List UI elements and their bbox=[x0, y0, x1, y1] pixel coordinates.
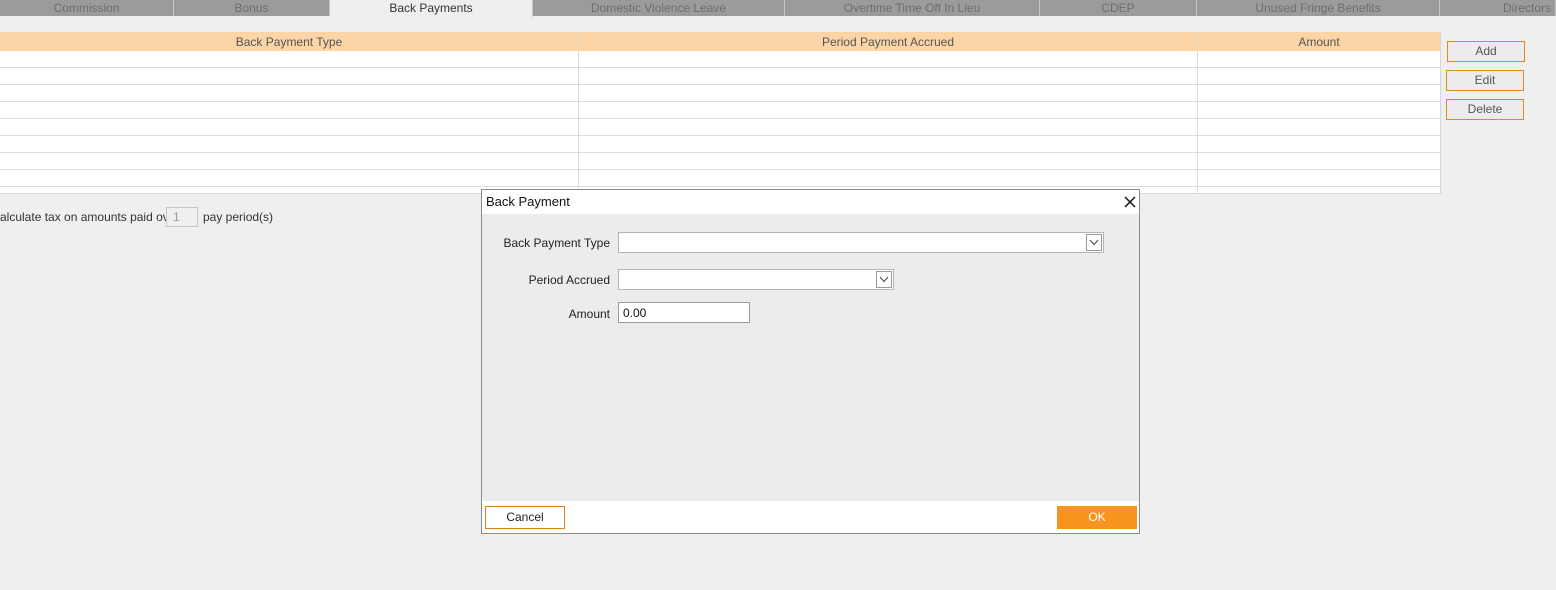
tab-cdep[interactable]: CDEP bbox=[1040, 0, 1197, 16]
dialog-title: Back Payment bbox=[486, 194, 570, 209]
table-row[interactable] bbox=[0, 136, 1440, 153]
tab-bar: Commission Bonus Back Payments Domestic … bbox=[0, 0, 1556, 17]
add-button[interactable]: Add bbox=[1447, 41, 1525, 62]
tab-bonus[interactable]: Bonus bbox=[174, 0, 330, 16]
close-icon[interactable] bbox=[1122, 194, 1138, 210]
tab-domestic-violence-leave[interactable]: Domestic Violence Leave bbox=[533, 0, 785, 16]
table-row[interactable] bbox=[0, 85, 1440, 102]
table-row[interactable] bbox=[0, 51, 1440, 68]
back-payment-dialog: Back Payment Back Payment Type Period Ac… bbox=[481, 189, 1140, 534]
tab-commission[interactable]: Commission bbox=[0, 0, 174, 16]
tab-unused-fringe-benefits[interactable]: Unused Fringe Benefits bbox=[1197, 0, 1440, 16]
column-header-period-payment-accrued[interactable]: Period Payment Accrued bbox=[579, 32, 1197, 51]
chevron-down-icon[interactable] bbox=[1086, 234, 1102, 251]
table-row[interactable] bbox=[0, 102, 1440, 119]
back-payment-type-label: Back Payment Type bbox=[503, 236, 611, 250]
edit-button[interactable]: Edit bbox=[1446, 70, 1524, 91]
cancel-button[interactable]: Cancel bbox=[485, 506, 565, 529]
dialog-titlebar: Back Payment bbox=[482, 190, 1139, 214]
amount-label: Amount bbox=[568, 307, 610, 321]
table-row[interactable] bbox=[0, 170, 1440, 187]
tab-directors[interactable]: Directors F bbox=[1440, 0, 1556, 16]
back-payment-type-select[interactable] bbox=[618, 232, 1104, 253]
delete-button[interactable]: Delete bbox=[1446, 99, 1524, 120]
chevron-down-icon[interactable] bbox=[876, 271, 892, 288]
back-payments-table[interactable]: Back Payment Type Period Payment Accrued… bbox=[0, 32, 1441, 194]
ok-button[interactable]: OK bbox=[1057, 506, 1137, 529]
pay-periods-input[interactable]: 1 bbox=[166, 207, 198, 227]
tab-back-payments[interactable]: Back Payments bbox=[330, 0, 533, 17]
period-accrued-label: Period Accrued bbox=[528, 273, 610, 287]
tab-overtime-time-off-in-lieu[interactable]: Overtime Time Off In Lieu bbox=[785, 0, 1040, 16]
table-row[interactable] bbox=[0, 119, 1440, 136]
table-row[interactable] bbox=[0, 153, 1440, 170]
dialog-footer: Cancel OK bbox=[482, 501, 1139, 533]
column-header-amount[interactable]: Amount bbox=[1198, 32, 1440, 51]
calc-tax-label: alculate tax on amounts paid over bbox=[0, 210, 180, 224]
table-header: Back Payment Type Period Payment Accrued… bbox=[0, 32, 1440, 51]
pay-periods-suffix: pay period(s) bbox=[203, 210, 274, 224]
row-divider bbox=[0, 186, 1440, 187]
amount-field[interactable] bbox=[618, 302, 750, 323]
table-row[interactable] bbox=[0, 68, 1440, 85]
period-accrued-select[interactable] bbox=[618, 269, 894, 290]
column-header-back-payment-type[interactable]: Back Payment Type bbox=[0, 32, 578, 51]
